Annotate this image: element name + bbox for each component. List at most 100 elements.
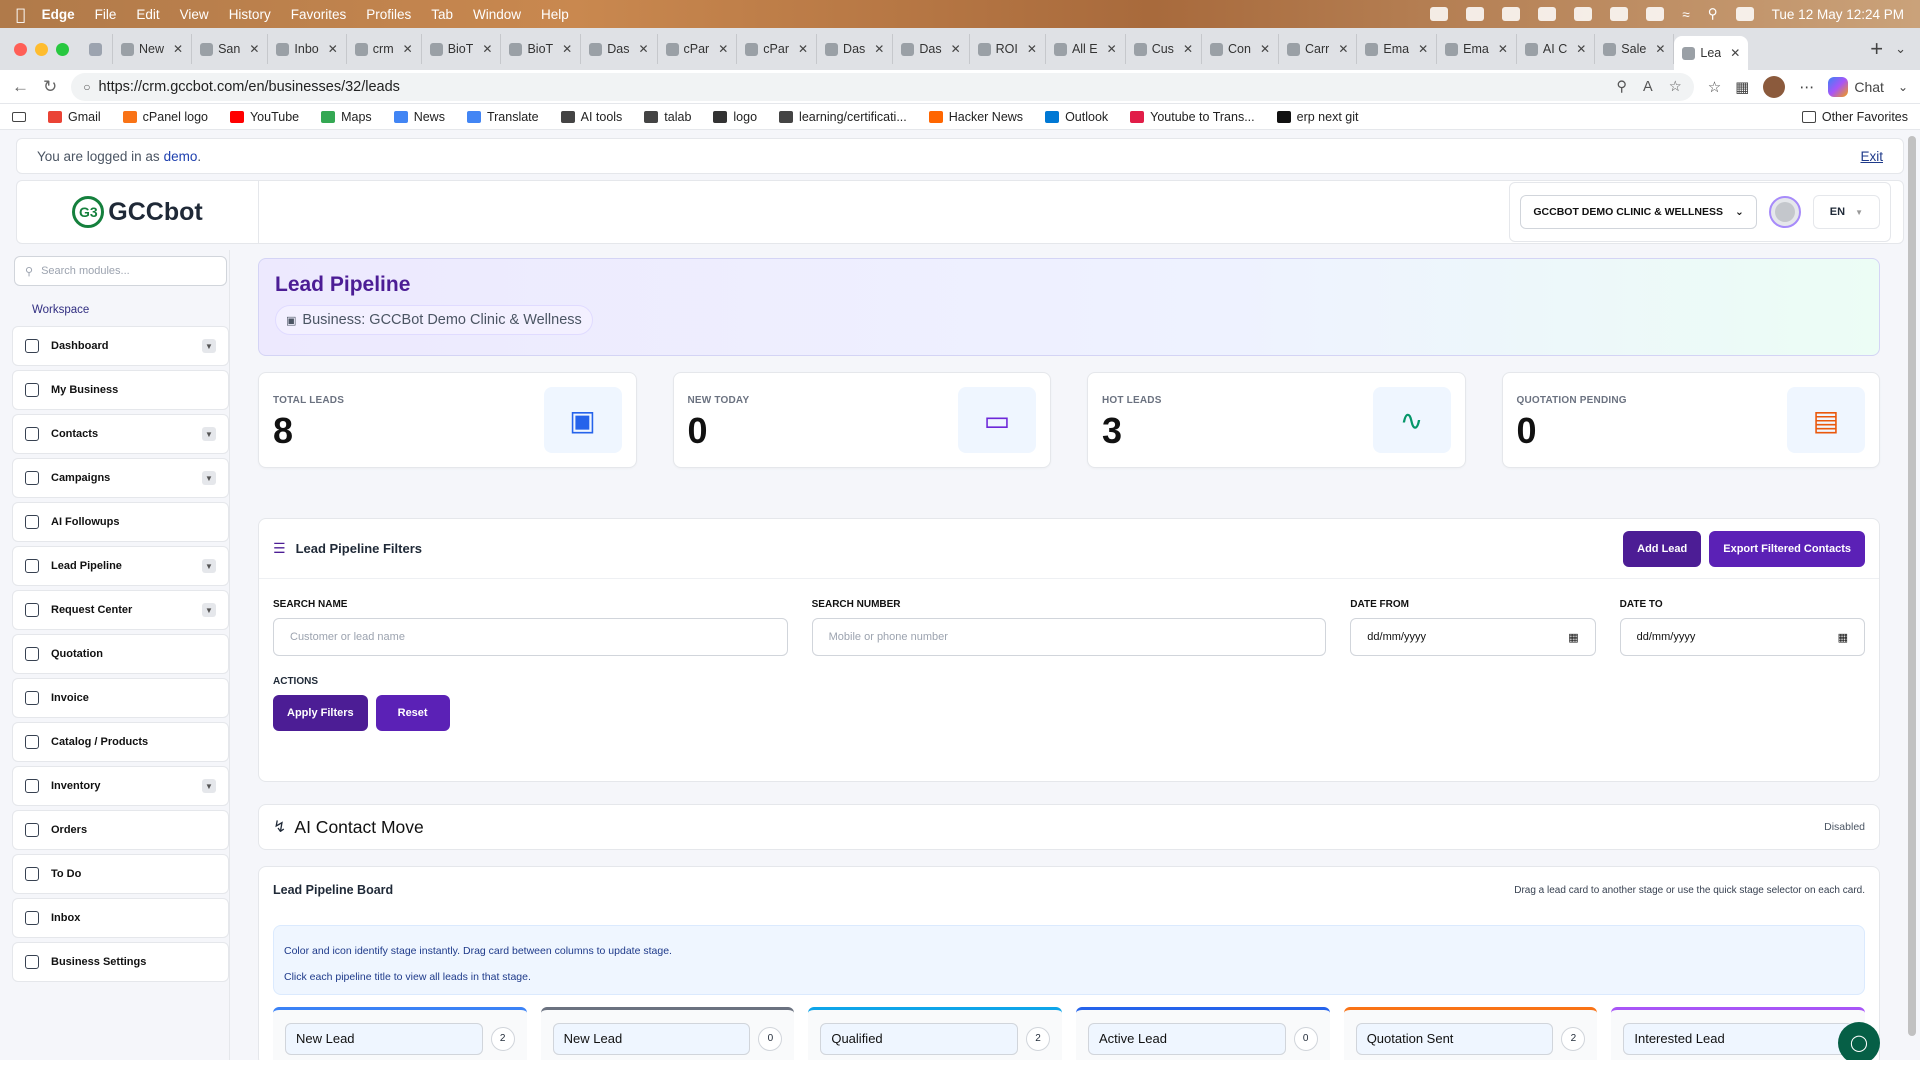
bookmark-item[interactable]: Gmail xyxy=(48,110,101,124)
browser-tab[interactable]: Carr ✕ xyxy=(1279,34,1358,64)
minimize-window-button[interactable] xyxy=(35,42,48,56)
chat-fab-button[interactable]: ◯ xyxy=(1838,1022,1880,1060)
favorite-star-icon[interactable]: ☆ xyxy=(1669,79,1682,95)
favorites-icon[interactable]: ☆ xyxy=(1708,78,1721,96)
browser-tab[interactable]: Das ✕ xyxy=(581,34,658,64)
bookmark-item[interactable]: talab xyxy=(644,110,691,124)
bookmark-item[interactable]: Translate xyxy=(466,110,539,124)
browser-tab[interactable]: crm ✕ xyxy=(347,34,422,64)
close-tab-icon[interactable]: ✕ xyxy=(1498,42,1508,56)
clock[interactable]: Tue 12 May 12:24 PM xyxy=(1772,7,1904,22)
copilot-chat-button[interactable]: Chat xyxy=(1828,76,1884,97)
close-tab-icon[interactable]: ✕ xyxy=(403,42,413,56)
control-center-icon[interactable] xyxy=(1735,7,1754,21)
close-tab-icon[interactable]: ✕ xyxy=(173,42,183,56)
close-tab-icon[interactable]: ✕ xyxy=(1027,42,1037,56)
zoom-icon[interactable]: ⚲ xyxy=(1616,79,1627,95)
bookmark-item[interactable]: News xyxy=(393,110,445,124)
sidebar-item-inventory[interactable]: Inventory ▼ xyxy=(12,766,229,806)
sidebar-item-my-business[interactable]: My Business xyxy=(12,370,229,410)
browser-tab[interactable]: cPar ✕ xyxy=(737,34,818,64)
chevron-down-icon[interactable]: ▼ xyxy=(202,559,216,573)
browser-tab[interactable]: Das ✕ xyxy=(893,34,970,64)
close-tab-icon[interactable]: ✕ xyxy=(1260,42,1270,56)
close-tab-icon[interactable]: ✕ xyxy=(951,42,961,56)
profile-avatar[interactable] xyxy=(1763,75,1786,98)
bookmark-item[interactable]: AI tools xyxy=(560,110,622,124)
browser-tab[interactable]: San ✕ xyxy=(192,34,269,64)
menu-window[interactable]: Window xyxy=(473,7,521,22)
pipeline-column[interactable]: New Lead 0 xyxy=(540,1007,795,1060)
chevron-down-icon[interactable]: ▼ xyxy=(202,779,216,793)
pipeline-column[interactable]: Quotation Sent 2 xyxy=(1343,1007,1598,1060)
pipeline-column-title[interactable]: Interested Lead xyxy=(1623,1022,1854,1055)
chevron-down-icon[interactable]: ▼ xyxy=(202,603,216,617)
export-filtered-contacts-button[interactable]: Export Filtered Contacts xyxy=(1709,530,1865,567)
pipeline-column[interactable]: Interested Lead xyxy=(1611,1007,1866,1060)
site-info-icon[interactable]: ○ xyxy=(83,80,90,94)
sidebar-toggle-icon[interactable] xyxy=(12,111,26,122)
wifi-icon[interactable]: ≈ xyxy=(1682,7,1689,22)
browser-tab[interactable]: Lea ✕ xyxy=(1674,36,1749,70)
menu-view[interactable]: View xyxy=(180,7,209,22)
sidebar-item-quotation[interactable]: Quotation xyxy=(12,634,229,674)
cloud-icon[interactable] xyxy=(1502,7,1521,21)
user-avatar-button[interactable] xyxy=(1768,196,1801,228)
module-search[interactable]: ⚲ Search modules... xyxy=(14,256,227,286)
close-tab-icon[interactable]: ✕ xyxy=(482,42,492,56)
close-tab-icon[interactable]: ✕ xyxy=(562,42,572,56)
bookmark-item[interactable]: erp next git xyxy=(1276,110,1358,124)
close-window-button[interactable] xyxy=(14,42,27,56)
close-tab-icon[interactable]: ✕ xyxy=(798,42,808,56)
apple-icon[interactable]:  xyxy=(16,5,26,24)
close-tab-icon[interactable]: ✕ xyxy=(1730,46,1740,60)
sidebar-item-campaigns[interactable]: Campaigns ▼ xyxy=(12,458,229,498)
bookmark-item[interactable]: YouTube xyxy=(229,110,299,124)
read-aloud-icon[interactable]: A xyxy=(1643,79,1653,95)
browser-tab[interactable]: BioT ✕ xyxy=(422,34,502,64)
sidebar-item-invoice[interactable]: Invoice xyxy=(12,678,229,718)
menu-tab[interactable]: Tab xyxy=(431,7,453,22)
sidebar-item-contacts[interactable]: Contacts ▼ xyxy=(12,414,229,454)
bookmark-item[interactable]: Hacker News xyxy=(928,110,1023,124)
scrollbar-thumb[interactable] xyxy=(1908,136,1916,1036)
pipeline-column[interactable]: New Lead 2 xyxy=(273,1007,527,1060)
bookmark-item[interactable]: Outlook xyxy=(1045,110,1108,124)
calendar-icon[interactable]: ▦ xyxy=(1568,631,1578,644)
tab-actions-icon[interactable] xyxy=(79,34,113,64)
language-select[interactable]: EN ▼ xyxy=(1812,195,1880,229)
date-from-input[interactable]: dd/mm/yyyy ▦ xyxy=(1350,618,1596,656)
chevron-down-icon[interactable]: ⌄ xyxy=(1898,80,1908,94)
bookmark-item[interactable]: logo xyxy=(713,110,757,124)
apply-filters-button[interactable]: Apply Filters xyxy=(273,695,368,731)
sidebar-item-orders[interactable]: Orders xyxy=(12,810,229,850)
menu-favorites[interactable]: Favorites xyxy=(291,7,347,22)
pipeline-column-title[interactable]: Quotation Sent xyxy=(1355,1022,1554,1055)
close-tab-icon[interactable]: ✕ xyxy=(328,42,338,56)
battery-icon[interactable] xyxy=(1646,7,1665,21)
add-lead-button[interactable]: Add Lead xyxy=(1623,530,1702,567)
chevron-down-icon[interactable]: ▼ xyxy=(202,339,216,353)
close-tab-icon[interactable]: ✕ xyxy=(1655,42,1665,56)
pipeline-column-title[interactable]: New Lead xyxy=(285,1022,483,1055)
spotlight-icon[interactable]: ⚲ xyxy=(1708,6,1718,22)
sidebar-item-lead-pipeline[interactable]: Lead Pipeline ▼ xyxy=(12,546,229,586)
calendar-icon[interactable]: ▦ xyxy=(1838,631,1848,644)
close-tab-icon[interactable]: ✕ xyxy=(638,42,648,56)
browser-tab[interactable]: Inbo ✕ xyxy=(268,34,347,64)
browser-tab[interactable]: New ✕ xyxy=(113,34,193,64)
chevron-down-icon[interactable]: ▼ xyxy=(202,427,216,441)
collections-icon[interactable]: ▦ xyxy=(1735,78,1749,96)
pipeline-column-title[interactable]: New Lead xyxy=(552,1022,751,1055)
search-number-input[interactable]: Mobile or phone number xyxy=(811,618,1327,656)
url-field[interactable]: ○ https://crm.gccbot.com/en/businesses/3… xyxy=(71,72,1694,101)
browser-tab[interactable]: All E ✕ xyxy=(1046,34,1126,64)
search-name-input[interactable]: Customer or lead name xyxy=(273,618,788,656)
browser-tab[interactable]: ROI ✕ xyxy=(970,34,1046,64)
keyboard-icon[interactable] xyxy=(1574,7,1593,21)
brand-logo[interactable]: G3 GCCbot xyxy=(17,181,259,243)
status-app-icon[interactable] xyxy=(1466,7,1485,21)
cloud-icon[interactable] xyxy=(1538,7,1557,21)
bookmark-item[interactable]: Youtube to Trans... xyxy=(1130,110,1255,124)
other-favorites[interactable]: Other Favorites xyxy=(1801,110,1908,124)
